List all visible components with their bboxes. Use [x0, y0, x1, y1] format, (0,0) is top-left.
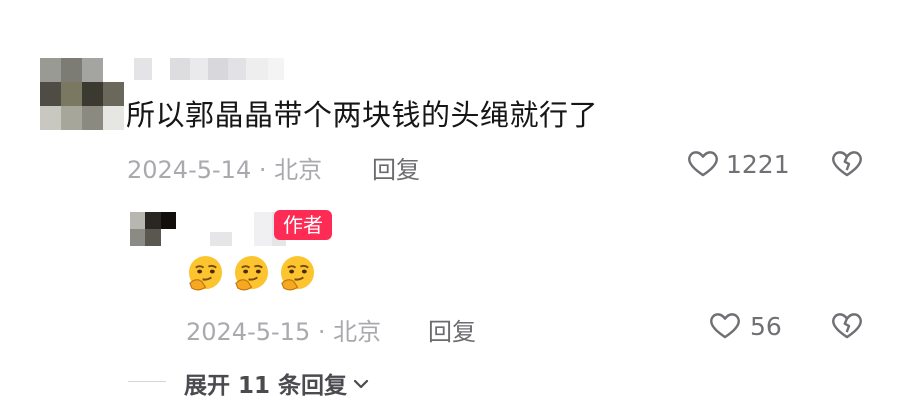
emoji-row [186, 254, 317, 293]
reply-date-location: 2024-5-15 · 北京 [186, 318, 382, 346]
thinking-emoji-icon [188, 255, 223, 291]
divider [128, 381, 166, 382]
comment-date-location: 2024-5-14 · 北京 [127, 156, 323, 184]
heart-icon[interactable] [686, 146, 720, 180]
heart-icon[interactable] [708, 308, 742, 342]
author-badge: 作者 [274, 210, 332, 240]
reply-button[interactable]: 回复 [372, 150, 420, 185]
thinking-emoji-icon [280, 255, 315, 291]
dislike-icon[interactable] [830, 146, 864, 180]
reply-username[interactable] [188, 212, 286, 246]
like-count: 1221 [726, 150, 790, 179]
comment-text: 所以郭晶晶带个两块钱的头绳就行了 [126, 98, 599, 132]
reply-avatar[interactable] [130, 212, 176, 246]
username[interactable] [134, 58, 284, 80]
reply-like-count: 56 [750, 312, 782, 341]
chevron-down-icon [353, 370, 369, 396]
expand-replies-label: 展开 11 条回复 [184, 373, 348, 399]
expand-replies-button[interactable]: 展开 11 条回复 [184, 366, 369, 400]
thinking-emoji-icon [234, 255, 269, 291]
avatar[interactable] [40, 58, 124, 130]
reply-reply-button[interactable]: 回复 [428, 312, 476, 347]
dislike-icon[interactable] [830, 308, 864, 342]
